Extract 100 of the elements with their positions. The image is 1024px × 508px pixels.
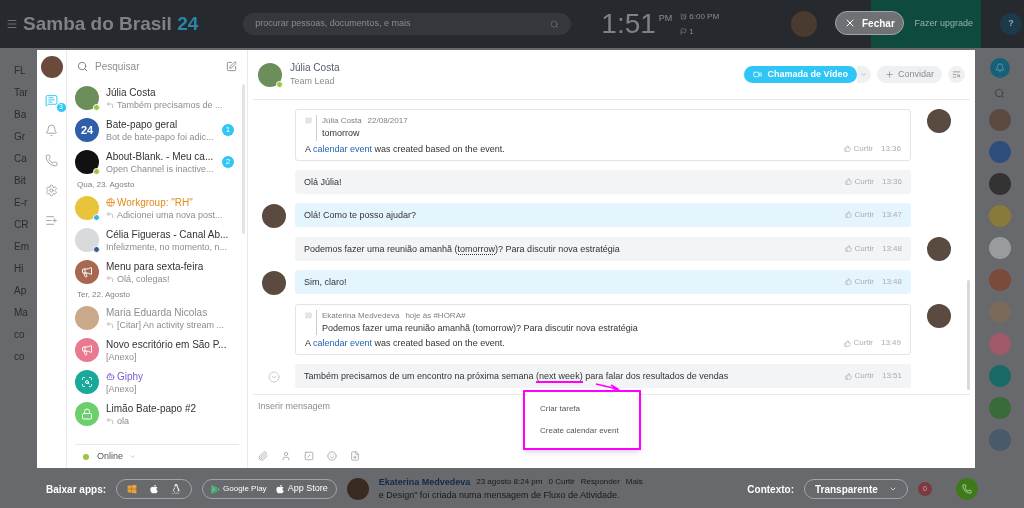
bell-icon <box>994 63 1005 73</box>
feed-more-link[interactable]: Mais <box>625 476 643 489</box>
avatar <box>346 478 369 500</box>
flag-icon <box>680 28 688 35</box>
chat-name: Menu para sexta-feira <box>106 259 204 273</box>
lock-icon <box>81 408 93 420</box>
chat-preview: Infelizmente, no momento, n... <box>106 240 228 253</box>
megaphone-icon <box>81 344 93 356</box>
video-call-button[interactable]: Chamada de Vídeo <box>744 66 857 83</box>
play-store-icon <box>211 484 221 494</box>
quote-icon <box>305 311 312 319</box>
quote-icon <box>305 117 312 124</box>
message-input[interactable]: Inserir mensagem <box>258 400 458 414</box>
menu-item[interactable]: Create calendar event <box>525 420 639 442</box>
plus-icon <box>884 70 894 79</box>
message-text: Olá Júlia! <box>304 175 342 188</box>
menu-icon[interactable] <box>6 18 18 30</box>
close-button[interactable]: Fechar <box>835 11 904 35</box>
menu-text: Ma <box>14 306 29 319</box>
chat-preview: Adicionei uma nova post... <box>117 208 223 221</box>
detected-term: (next week) <box>536 371 583 383</box>
menu-text: CR <box>14 218 30 231</box>
apple-icon[interactable] <box>149 484 160 494</box>
search-list-icon <box>952 70 961 79</box>
message-time: 13:47 <box>881 208 902 221</box>
like-button[interactable]: Curtir <box>845 208 874 221</box>
file-add-icon[interactable] <box>350 451 360 461</box>
menu-text: Ap <box>14 284 28 297</box>
quote-date: 22/08/2017 <box>367 115 408 127</box>
message-text: Podemos fazer uma reunião amanhã (tomorrow)? Para discutir nova estratégia <box>304 242 620 255</box>
search-icon[interactable] <box>994 88 1005 99</box>
search-field[interactable]: Pesquisar <box>95 58 219 74</box>
app-store-button[interactable]: App Store <box>274 482 328 496</box>
attach-icon[interactable] <box>258 451 268 461</box>
google-play-button[interactable]: Google Play <box>211 483 267 495</box>
menu-text: Gr <box>14 130 27 143</box>
smile-icon[interactable] <box>327 451 337 461</box>
search-messages-button[interactable] <box>948 66 965 83</box>
command-icon[interactable] <box>304 451 314 461</box>
phone-icon[interactable] <box>45 153 58 167</box>
chat-icon[interactable] <box>45 93 58 107</box>
like-button[interactable]: Curtir <box>844 337 873 349</box>
invite-button[interactable]: Convidar <box>876 66 942 83</box>
avatar-text: 24 <box>80 122 94 138</box>
thumbs-up-icon <box>844 339 852 347</box>
date-separator: Qua, 23. Agosto <box>76 179 136 191</box>
unread-badge: 2 <box>222 156 234 168</box>
compose-icon[interactable] <box>226 60 237 72</box>
chat-preview: [Anexo] <box>106 350 137 363</box>
calendar-event-link[interactable]: calendar event <box>313 338 373 348</box>
logo: Samba do Brasil 24 <box>23 11 199 36</box>
menu-text: Em <box>14 240 30 253</box>
like-button[interactable]: Curtir <box>845 242 874 255</box>
thumbs-up-icon <box>845 245 853 252</box>
avatar <box>40 56 63 78</box>
phone-icon <box>962 484 972 494</box>
dropdown-button[interactable] <box>856 66 871 83</box>
contact-name: Júlia Costa <box>290 61 340 76</box>
notification-button[interactable] <box>989 58 1010 78</box>
chat-name: Júlia Costa <box>106 85 156 99</box>
upgrade-link[interactable]: Fazer upgrade <box>914 17 974 31</box>
menu-text: FL <box>14 64 27 77</box>
status-dropdown[interactable]: Online <box>97 449 136 464</box>
quote-text: Podemos fazer uma reunião amanhã (tomorrow)? Para discutir nova estratégia <box>322 321 638 335</box>
message-text: A calendar event was created based on the event. <box>305 142 505 155</box>
chat-name: Workgroup: "RH" <box>117 195 193 209</box>
avatar <box>988 109 1011 131</box>
video-camera-icon <box>753 70 763 79</box>
like-button[interactable]: Curtir <box>845 370 874 382</box>
avatar <box>988 237 1011 259</box>
message-time: 13:36 <box>880 142 901 155</box>
like-button[interactable]: Curtir <box>845 175 874 188</box>
image-search-icon <box>81 376 93 388</box>
user-icon[interactable] <box>281 451 291 461</box>
expand-icon[interactable] <box>268 371 280 383</box>
windows-icon[interactable] <box>127 484 138 494</box>
message-time: 13:48 <box>881 242 902 255</box>
menu-text: Bit <box>14 174 27 187</box>
linux-icon[interactable] <box>171 484 182 494</box>
avatar <box>988 333 1011 355</box>
like-button[interactable]: Curtir <box>844 142 873 155</box>
message-time: 13:51 <box>881 370 902 382</box>
caret-icon <box>860 71 868 78</box>
help-button[interactable]: ? <box>1000 13 1023 35</box>
search-field[interactable]: procurar pessoas, documentos, e mais <box>243 13 572 35</box>
bell-icon[interactable] <box>45 123 58 137</box>
chat-preview: Olá, colegas! <box>117 272 170 285</box>
chat-name: Limão Bate-papo #2 <box>106 401 197 415</box>
settings-icon[interactable] <box>45 183 58 197</box>
quote-date: hoje às #HORA# <box>405 309 466 322</box>
like-button[interactable]: Curtir <box>845 275 874 288</box>
calendar-event-link[interactable]: calendar event <box>313 143 373 154</box>
list-add-icon[interactable] <box>45 213 58 227</box>
chat-preview: [Anexo] <box>106 382 137 395</box>
feed-reply-link[interactable]: Responder <box>580 476 620 489</box>
search-icon <box>77 60 88 72</box>
chat-name: Giphy <box>117 369 144 383</box>
menu-text: Ca <box>14 152 28 165</box>
menu-item[interactable]: Criar tarefa <box>525 398 639 420</box>
phone-button[interactable] <box>956 478 978 500</box>
